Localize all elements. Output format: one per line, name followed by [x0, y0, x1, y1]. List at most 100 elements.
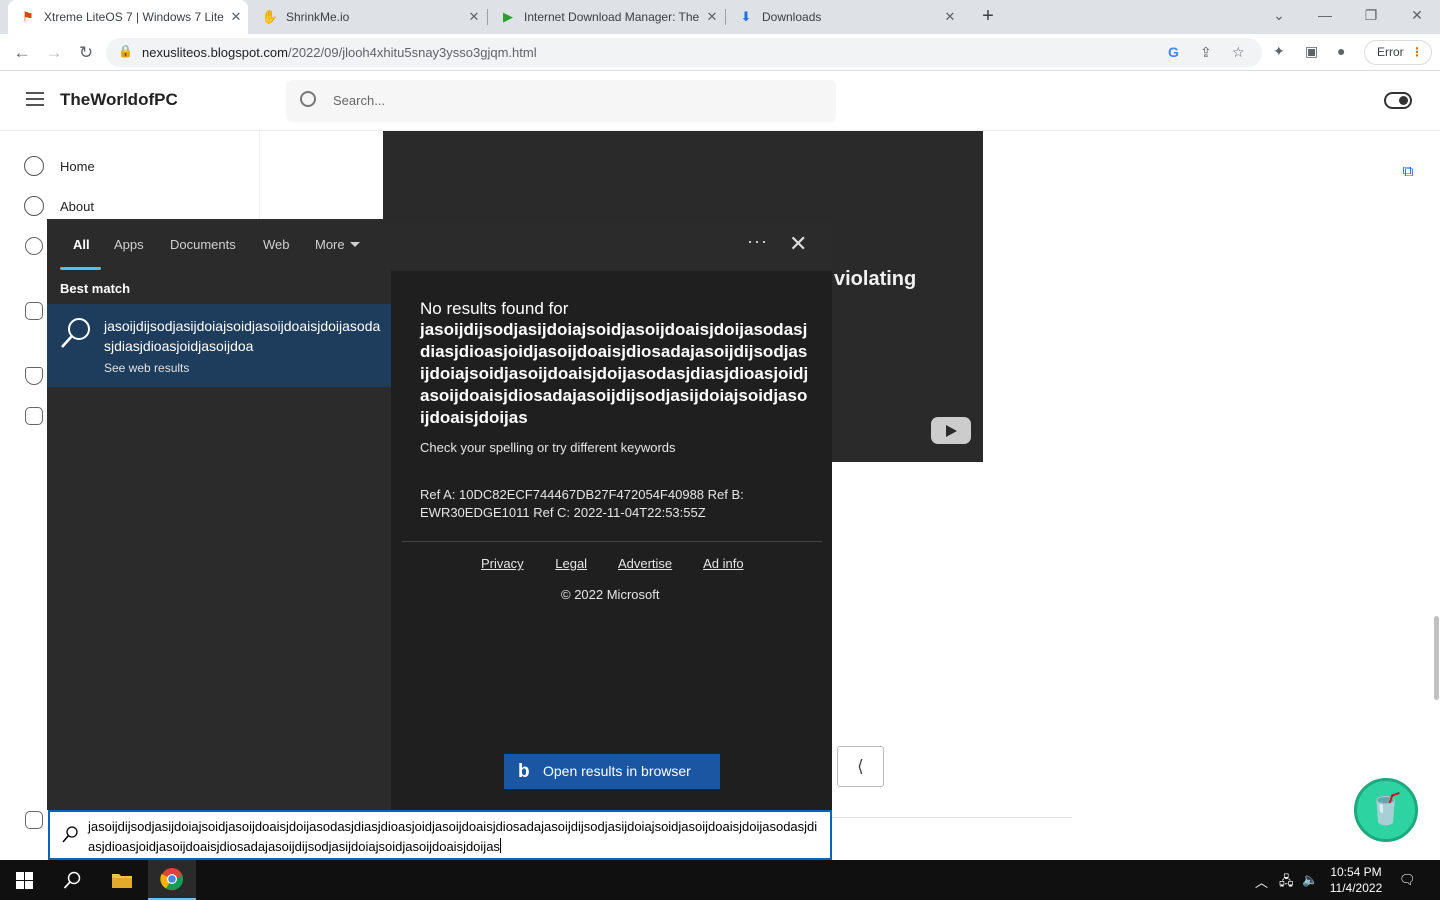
search-icon — [300, 91, 316, 107]
address-bar[interactable]: 🔒 nexusliteos.blogspot.com/2022/09/jlooh… — [106, 38, 1262, 67]
tab-documents[interactable]: Documents — [170, 237, 236, 252]
tab-search-icon[interactable]: ⌄ — [1256, 0, 1302, 32]
url-host: nexusliteos.blogspot.com — [142, 45, 288, 60]
lock-icon[interactable]: 🔒 — [118, 44, 133, 58]
open-results-in-browser-button[interactable]: b Open results in browser — [504, 754, 720, 789]
tab-web[interactable]: Web — [263, 237, 290, 252]
chevron-up-icon[interactable]: ︿ — [1255, 872, 1268, 891]
best-match-header: Best match — [60, 281, 131, 296]
sidebar-item-about[interactable]: About — [24, 196, 94, 216]
error-label: Error — [1377, 45, 1404, 59]
youtube-play-icon[interactable] — [931, 417, 971, 444]
privacy-link[interactable]: Privacy — [481, 556, 524, 571]
reference-ids: Ref A: 10DC82ECF744467DB27F472054F40988 … — [420, 487, 744, 520]
start-button[interactable] — [0, 860, 48, 900]
buy-me-a-coffee-button[interactable]: 🥤 — [1354, 778, 1418, 842]
share-button[interactable]: ⟨ — [837, 746, 884, 787]
divider — [402, 541, 822, 542]
taskbar-clock[interactable]: 10:54 PM 11/4/2022 — [1324, 864, 1388, 896]
site-brand[interactable]: TheWorldofPC — [60, 90, 178, 110]
no-results-query: jasoijdijsodjasijdoiajsoidjasoijdoaisjdo… — [420, 320, 809, 427]
hamburger-menu-icon[interactable] — [26, 92, 44, 106]
idm-favicon: ▶ — [503, 9, 513, 24]
close-tab-icon[interactable]: ✕ — [700, 9, 724, 25]
tab-apps[interactable]: Apps — [114, 237, 144, 252]
legal-link[interactable]: Legal — [555, 556, 587, 571]
bing-logo-icon: b — [518, 761, 530, 782]
open-button-label: Open results in browser — [543, 763, 691, 779]
ad-info-link[interactable]: Ad info — [703, 556, 743, 571]
spelling-hint: Check your spelling or try different key… — [420, 440, 676, 455]
url-text: nexusliteos.blogspot.com/2022/09/jlooh4x… — [142, 45, 537, 60]
site-header: TheWorldofPC Search... — [0, 72, 1440, 131]
share-icon[interactable]: ⇪ — [1200, 44, 1212, 61]
restore-button[interactable]: ❐ — [1348, 0, 1394, 32]
close-tab-icon[interactable]: ✕ — [462, 9, 486, 25]
network-icon[interactable]: 🖧 — [1279, 872, 1294, 894]
download-icon[interactable] — [25, 302, 43, 320]
taskbar-search-button[interactable] — [48, 860, 96, 900]
sidebar-item-label: About — [60, 198, 94, 214]
chevron-down-icon — [349, 242, 360, 247]
menu-dots-icon: ⋮ — [1411, 45, 1423, 59]
contact-icon[interactable] — [25, 237, 43, 255]
best-match-item[interactable]: jasoijdijsodjasijdoiajsoidjasoijdoaisjdo… — [47, 304, 391, 387]
bookmark-star-icon[interactable]: ☆ — [1232, 44, 1245, 61]
best-match-title: jasoijdijsodjasijdoiajsoidjasoijdoaisjdo… — [104, 318, 381, 354]
preview-pane: No results found for jasoijdijsodjasijdo… — [391, 271, 832, 810]
sidebar-item-label: Home — [60, 158, 95, 174]
back-button[interactable]: ← — [9, 40, 35, 66]
home-icon — [24, 156, 44, 176]
browser-tab-shrinkme[interactable]: ✋ ShrinkMe.io ✕ — [250, 0, 486, 34]
tab-title: Internet Download Manager: The — [524, 10, 700, 24]
folder-icon — [112, 874, 132, 888]
side-panel-icon[interactable]: ▣ — [1305, 43, 1318, 60]
close-icon[interactable]: ✕ — [789, 231, 807, 257]
instagram-icon[interactable] — [25, 811, 43, 829]
download-icon: ⬇ — [740, 9, 752, 24]
forward-button[interactable]: → — [41, 40, 67, 66]
notifications-icon[interactable]: 🗨 — [1399, 872, 1416, 888]
browser-toolbar: ← → ↻ 🔒 nexusliteos.blogspot.com/2022/09… — [0, 34, 1440, 71]
more-options-icon[interactable]: ··· — [747, 231, 768, 252]
dark-mode-toggle[interactable] — [1384, 92, 1412, 109]
no-results-label: No results found for — [420, 299, 569, 318]
new-tab-button[interactable]: + — [976, 4, 1000, 28]
close-tab-icon[interactable]: ✕ — [224, 9, 248, 25]
chrome-taskbar-button[interactable] — [148, 860, 196, 900]
extensions-icon[interactable]: ✦ — [1273, 43, 1285, 60]
search-icon — [61, 318, 90, 348]
windows-search-input[interactable]: jasoijdijsodjasijdoiajsoidjasoijdoaisjdo… — [48, 810, 832, 860]
advertise-link[interactable]: Advertise — [618, 556, 672, 571]
shield-icon[interactable] — [25, 367, 43, 385]
profile-avatar-icon[interactable]: ● — [1337, 43, 1345, 59]
browser-tab-liteos[interactable]: ⚑ Xtreme LiteOS 7 | Windows 7 Lite ✕ — [8, 0, 248, 34]
site-search-input[interactable]: Search... — [286, 80, 836, 122]
search-filter-bar: All Apps Documents Web More ··· ✕ — [47, 219, 832, 271]
tab-all[interactable]: All — [73, 237, 90, 252]
chrome-icon — [160, 868, 184, 891]
google-translate-icon[interactable]: G — [1168, 44, 1179, 60]
translate-float-icon[interactable]: ⧉ — [1388, 156, 1428, 188]
volume-icon[interactable]: 🔈 — [1302, 872, 1318, 888]
search-icon — [62, 826, 78, 843]
browser-tab-idm[interactable]: ▶ Internet Download Manager: The ✕ — [488, 0, 724, 34]
windows-logo-icon — [15, 871, 33, 889]
minimize-button[interactable]: — — [1302, 0, 1348, 32]
lock-icon[interactable] — [25, 407, 43, 425]
sidebar-item-home[interactable]: Home — [24, 156, 95, 176]
footer-links: Privacy Legal Advertise Ad info — [481, 556, 772, 571]
file-explorer-button[interactable] — [98, 860, 146, 900]
search-placeholder: Search... — [333, 93, 386, 108]
error-button[interactable]: Error ⋮ — [1364, 40, 1432, 65]
close-tab-icon[interactable]: ✕ — [938, 9, 962, 25]
close-window-button[interactable]: ✕ — [1394, 0, 1440, 32]
reload-button[interactable]: ↻ — [73, 40, 99, 66]
browser-tab-downloads[interactable]: ⬇ Downloads ✕ — [726, 0, 962, 34]
url-path: /2022/09/jlooh4xhitu5snay3ysso3gjqm.html — [287, 45, 537, 60]
tab-title: Xtreme LiteOS 7 | Windows 7 Lite — [44, 10, 224, 24]
text-caret — [499, 838, 501, 853]
page-scrollbar[interactable] — [1434, 616, 1439, 700]
tab-more[interactable]: More — [315, 237, 360, 252]
tab-more-label: More — [315, 237, 345, 252]
